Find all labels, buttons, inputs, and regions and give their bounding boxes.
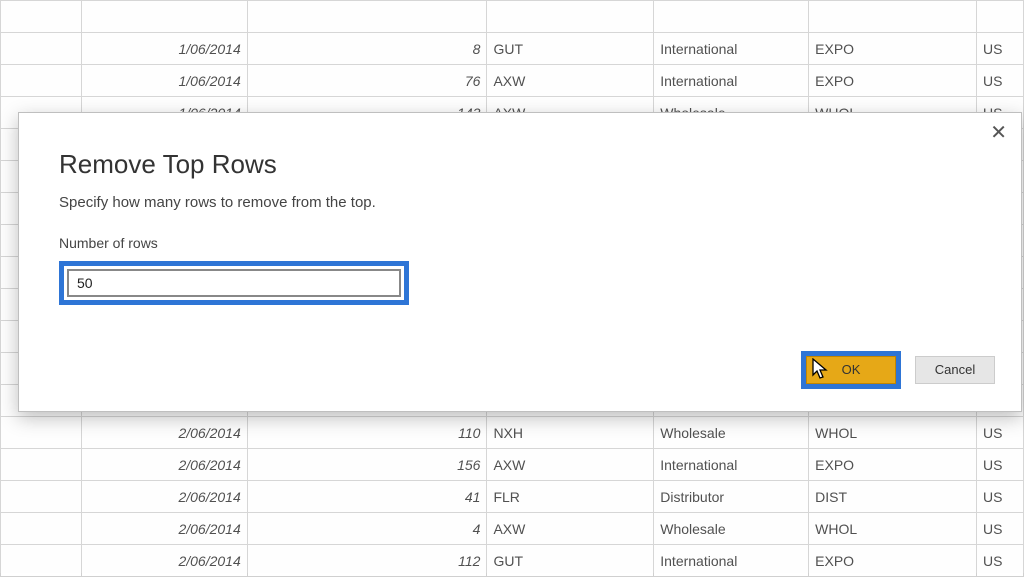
table-row[interactable]: 1/06/201476AXWInternationalEXPOUS — [1, 65, 1024, 97]
table-cell[interactable] — [487, 1, 654, 33]
remove-top-rows-dialog: ✕ Remove Top Rows Specify how many rows … — [18, 112, 1022, 412]
table-cell[interactable]: 1/06/2014 — [81, 65, 247, 97]
table-cell[interactable]: 2/06/2014 — [81, 513, 247, 545]
number-of-rows-input[interactable] — [68, 270, 400, 296]
table-cell[interactable]: GUT — [487, 545, 654, 577]
table-cell[interactable]: US — [976, 449, 1023, 481]
table-cell[interactable]: WHOL — [809, 417, 977, 449]
table-cell[interactable]: 4 — [247, 513, 487, 545]
table-cell[interactable]: 2/06/2014 — [81, 449, 247, 481]
table-cell[interactable]: International — [654, 33, 809, 65]
table-cell[interactable]: 2/06/2014 — [81, 481, 247, 513]
table-cell[interactable]: Wholesale — [654, 417, 809, 449]
table-cell[interactable]: FLR — [487, 481, 654, 513]
table-cell[interactable]: International — [654, 545, 809, 577]
table-cell[interactable]: 2/06/2014 — [81, 417, 247, 449]
table-cell[interactable]: US — [976, 65, 1023, 97]
table-cell[interactable] — [809, 1, 977, 33]
table-row[interactable]: 2/06/201441FLRDistributorDISTUS — [1, 481, 1024, 513]
table-cell[interactable] — [1, 65, 82, 97]
table-cell[interactable]: US — [976, 481, 1023, 513]
table-cell[interactable]: EXPO — [809, 449, 977, 481]
number-of-rows-highlight — [59, 261, 409, 305]
table-cell[interactable]: 1/06/2014 — [81, 33, 247, 65]
table-row[interactable]: 2/06/2014156AXWInternationalEXPOUS — [1, 449, 1024, 481]
dialog-subtitle: Specify how many rows to remove from the… — [19, 180, 1021, 211]
table-cell[interactable]: AXW — [487, 513, 654, 545]
table-cell[interactable] — [81, 1, 247, 33]
ok-button-highlight: OK — [801, 351, 901, 389]
table-cell[interactable]: EXPO — [809, 65, 977, 97]
table-cell[interactable]: 41 — [247, 481, 487, 513]
table-cell[interactable]: WHOL — [809, 513, 977, 545]
table-cell[interactable] — [1, 481, 82, 513]
table-cell[interactable]: EXPO — [809, 33, 977, 65]
table-cell[interactable]: GUT — [487, 33, 654, 65]
table-row[interactable]: 1/06/20148GUTInternationalEXPOUS — [1, 33, 1024, 65]
table-cell[interactable]: AXW — [487, 65, 654, 97]
number-of-rows-label: Number of rows — [19, 211, 1021, 251]
table-row[interactable] — [1, 1, 1024, 33]
table-cell[interactable] — [1, 513, 82, 545]
table-row[interactable]: 2/06/2014110NXHWholesaleWHOLUS — [1, 417, 1024, 449]
table-cell[interactable]: US — [976, 513, 1023, 545]
table-cell[interactable]: DIST — [809, 481, 977, 513]
table-cell[interactable]: 110 — [247, 417, 487, 449]
table-row[interactable]: 2/06/20144AXWWholesaleWHOLUS — [1, 513, 1024, 545]
table-cell[interactable] — [247, 1, 487, 33]
table-cell[interactable]: US — [976, 545, 1023, 577]
table-cell[interactable] — [1, 449, 82, 481]
table-cell[interactable]: EXPO — [809, 545, 977, 577]
table-cell[interactable] — [1, 417, 82, 449]
table-cell[interactable] — [1, 1, 82, 33]
table-cell[interactable]: 76 — [247, 65, 487, 97]
table-cell[interactable] — [654, 1, 809, 33]
table-cell[interactable] — [1, 545, 82, 577]
table-cell[interactable]: NXH — [487, 417, 654, 449]
table-cell[interactable]: AXW — [487, 449, 654, 481]
table-cell[interactable]: International — [654, 65, 809, 97]
close-icon[interactable]: ✕ — [990, 123, 1007, 143]
table-cell[interactable]: Wholesale — [654, 513, 809, 545]
dialog-button-row: OK Cancel — [801, 351, 995, 389]
table-cell[interactable]: 156 — [247, 449, 487, 481]
table-cell[interactable]: 2/06/2014 — [81, 545, 247, 577]
ok-button[interactable]: OK — [806, 356, 896, 384]
table-cell[interactable]: 8 — [247, 33, 487, 65]
table-row[interactable]: 2/06/2014112GUTInternationalEXPOUS — [1, 545, 1024, 577]
table-cell[interactable] — [976, 1, 1023, 33]
table-cell[interactable]: US — [976, 33, 1023, 65]
table-cell[interactable]: US — [976, 417, 1023, 449]
table-cell[interactable]: 112 — [247, 545, 487, 577]
table-cell[interactable]: Distributor — [654, 481, 809, 513]
cancel-button[interactable]: Cancel — [915, 356, 995, 384]
table-cell[interactable]: International — [654, 449, 809, 481]
table-cell[interactable] — [1, 33, 82, 65]
dialog-title: Remove Top Rows — [19, 113, 1021, 180]
